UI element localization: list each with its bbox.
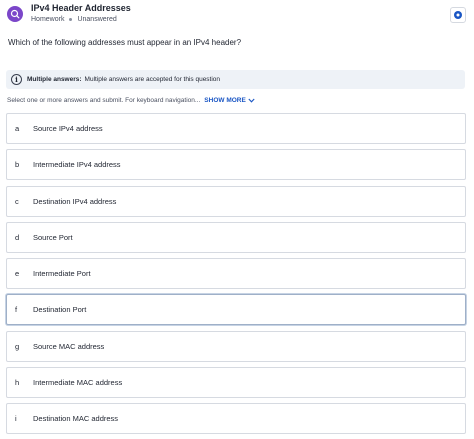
instructions-text: Select one or more answers and submit. F… — [7, 97, 201, 104]
option-text: Destination MAC address — [33, 414, 119, 424]
banner-label: Multiple answers: — [27, 76, 82, 83]
option-text: Intermediate IPv4 address — [33, 160, 121, 170]
answer-option-h[interactable]: h Intermediate MAC address — [6, 367, 466, 399]
banner-text: Multiple answers are accepted for this q… — [84, 76, 221, 83]
answer-options: a Source IPv4 address b Intermediate IPv… — [6, 113, 466, 439]
option-letter: e — [15, 269, 20, 279]
answer-option-d[interactable]: d Source Port — [6, 221, 466, 253]
option-text: Destination IPv4 address — [33, 196, 117, 206]
gear-icon — [454, 11, 462, 19]
option-text: Intermediate Port — [33, 269, 91, 279]
instructions: Select one or more answers and submit. F… — [7, 97, 255, 104]
option-text: Destination Port — [33, 305, 87, 315]
info-icon: i — [11, 74, 22, 85]
answer-option-f[interactable]: f Destination Port — [6, 294, 466, 326]
answer-option-c[interactable]: c Destination IPv4 address — [6, 185, 466, 217]
settings-button[interactable] — [450, 7, 466, 23]
question-text: Which of the following addresses must ap… — [8, 38, 242, 47]
show-more-link[interactable]: SHOW MORE — [204, 97, 255, 104]
option-letter: d — [15, 232, 20, 242]
option-text: Intermediate MAC address — [33, 378, 123, 388]
option-letter: c — [15, 196, 19, 206]
answer-option-e[interactable]: e Intermediate Port — [6, 258, 466, 290]
header: IPv4 Header Addresses Homework Unanswere… — [0, 0, 474, 30]
answer-option-b[interactable]: b Intermediate IPv4 address — [6, 149, 466, 181]
option-letter: b — [15, 160, 20, 170]
assignment-meta: Homework Unanswered — [31, 16, 117, 23]
option-text: Source Port — [33, 232, 73, 242]
chevron-down-icon — [248, 98, 255, 103]
option-letter: g — [15, 341, 20, 351]
answer-option-i[interactable]: i Destination MAC address — [6, 403, 466, 435]
category-label: Homework — [31, 16, 65, 23]
option-letter: f — [15, 305, 18, 315]
show-more-label: SHOW MORE — [204, 97, 246, 104]
page-title: IPv4 Header Addresses — [31, 3, 131, 13]
answer-option-g[interactable]: g Source MAC address — [6, 330, 466, 362]
chat-search-icon — [7, 6, 23, 22]
separator-dot — [69, 18, 73, 21]
option-text: Source IPv4 address — [33, 124, 103, 133]
answer-option-a[interactable]: a Source IPv4 address — [6, 113, 466, 144]
status-label: Unanswered — [77, 16, 117, 23]
option-letter: h — [15, 378, 20, 388]
multiple-answers-banner: i Multiple answers: Multiple answers are… — [6, 70, 465, 89]
option-letter: a — [15, 124, 20, 133]
option-letter: i — [15, 414, 17, 424]
option-text: Source MAC address — [33, 341, 105, 351]
